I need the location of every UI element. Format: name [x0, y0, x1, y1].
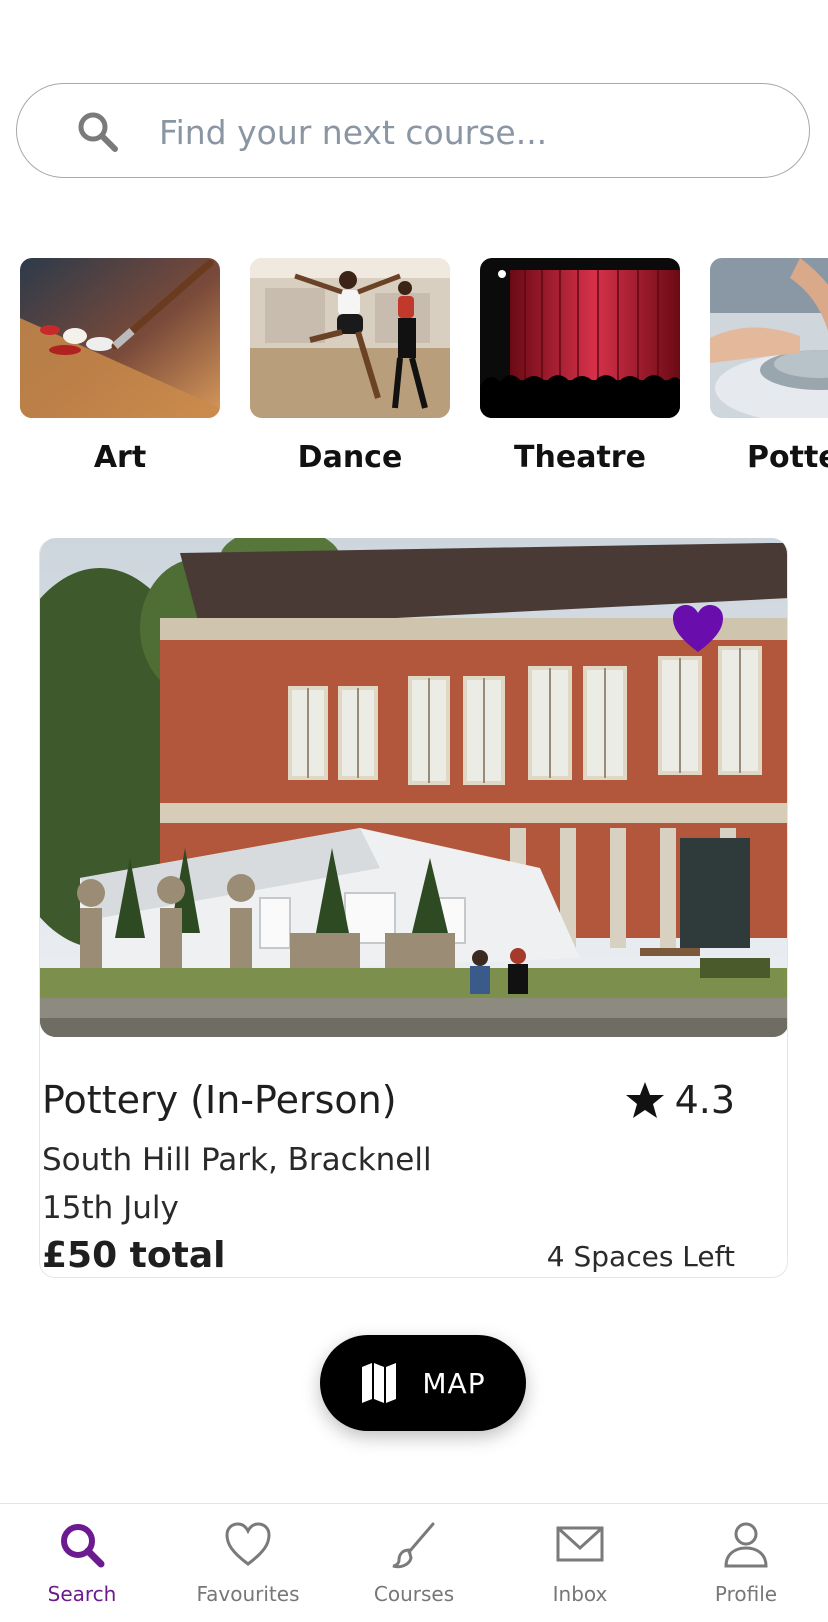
- course-price: £50 total: [42, 1235, 226, 1276]
- nav-label: Favourites: [196, 1582, 300, 1606]
- nav-search[interactable]: Search: [2, 1514, 162, 1606]
- theatre-image: [480, 258, 680, 418]
- favourite-heart-icon[interactable]: [671, 604, 725, 654]
- course-location: South Hill Park, Bracknell: [42, 1142, 432, 1178]
- course-title: Pottery (In-Person): [42, 1078, 397, 1122]
- pottery-image: [710, 258, 828, 418]
- star-icon: [625, 1082, 664, 1118]
- category-label: Theatre: [514, 440, 646, 475]
- category-theatre[interactable]: Theatre: [480, 258, 680, 475]
- nav-inbox[interactable]: Inbox: [500, 1514, 660, 1606]
- brush-icon: [392, 1522, 435, 1569]
- dance-image: [250, 258, 450, 418]
- category-label: Pottery: [747, 440, 828, 475]
- nav-label: Courses: [373, 1582, 455, 1606]
- category-dance[interactable]: Dance: [250, 258, 450, 475]
- nav-label: Inbox: [552, 1582, 608, 1606]
- map-button-label: MAP: [422, 1366, 486, 1400]
- search-input[interactable]: [157, 106, 761, 158]
- course-rating: 4.3: [625, 1078, 735, 1122]
- nav-label: Search: [47, 1582, 117, 1606]
- category-art[interactable]: Art: [20, 258, 220, 475]
- category-carousel[interactable]: Art Dance Theatre Pott: [0, 258, 828, 488]
- nav-profile[interactable]: Profile: [666, 1514, 826, 1606]
- nav-label: Profile: [714, 1582, 778, 1606]
- category-label: Art: [93, 440, 147, 475]
- search-icon: [61, 1524, 105, 1568]
- category-pottery[interactable]: Pottery: [710, 258, 828, 475]
- category-label: Dance: [297, 440, 403, 475]
- nav-favourites[interactable]: Favourites: [168, 1514, 328, 1606]
- map-button[interactable]: MAP: [320, 1335, 526, 1431]
- map-icon: [362, 1363, 397, 1403]
- mail-icon: [556, 1526, 604, 1562]
- search-bar[interactable]: [16, 83, 810, 178]
- course-date: 15th July: [42, 1190, 179, 1226]
- person-icon: [724, 1522, 768, 1568]
- heart-icon: [225, 1522, 271, 1566]
- bottom-nav: Search Favourites Courses Inbox Profile: [0, 1503, 828, 1622]
- course-card[interactable]: Pottery (In-Person) 4.3 South Hill Park,…: [39, 538, 788, 1278]
- nav-courses[interactable]: Courses: [334, 1514, 494, 1606]
- search-icon: [78, 112, 118, 152]
- rating-value: 4.3: [674, 1078, 735, 1122]
- spaces-left: 4 Spaces Left: [546, 1240, 735, 1273]
- art-image: [20, 258, 220, 418]
